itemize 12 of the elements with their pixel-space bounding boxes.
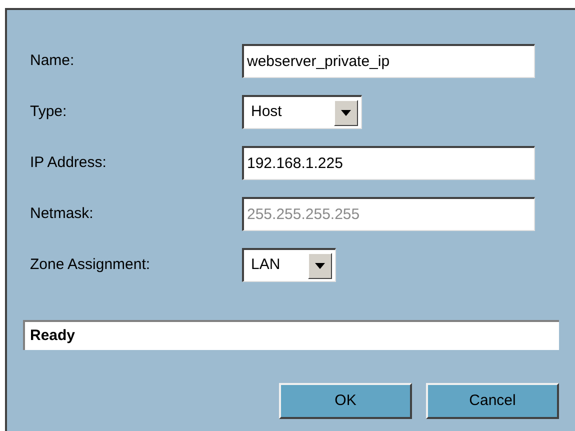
field-label: IP Address: [29, 152, 108, 173]
input-field[interactable]: 192.168.1.225 [242, 146, 535, 180]
dropdown[interactable]: Host [242, 95, 362, 129]
field-label: Type: [29, 102, 68, 122]
field-label: Zone Assignment: [29, 254, 152, 275]
status-bar: Ready [23, 320, 559, 350]
field-label: Name: [29, 50, 76, 71]
dialog-button[interactable]: OK [279, 383, 412, 419]
dropdown[interactable]: LAN [242, 248, 336, 282]
dialog-button[interactable]: Cancel [426, 383, 559, 419]
field-label: Netmask: [29, 204, 94, 224]
input-field[interactable]: webserver_private_ip [242, 44, 535, 78]
